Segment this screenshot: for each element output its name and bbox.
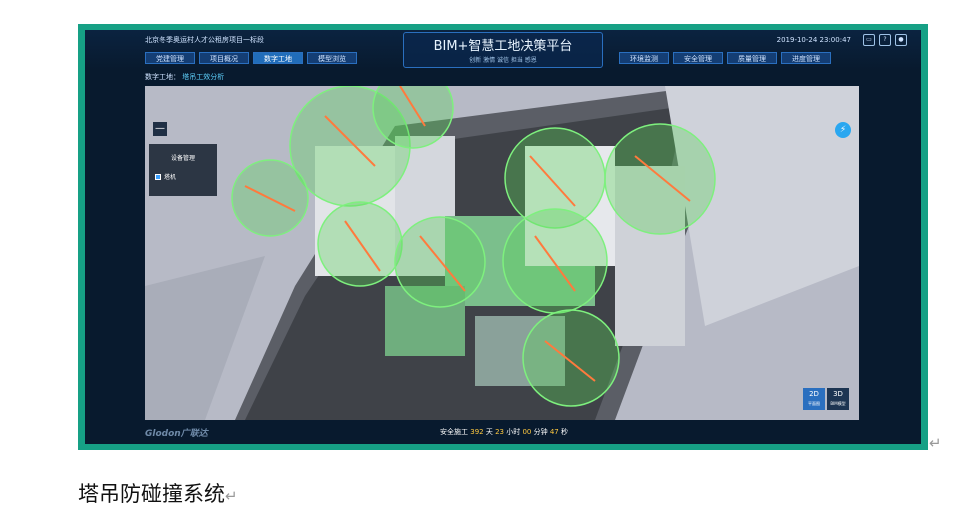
view-2d-sublabel: 平面图	[808, 401, 820, 406]
figure-caption: 塔吊防碰撞系统↵	[78, 478, 238, 508]
nav-left: 党建管理 项目概况 数字工地 模型浏览	[145, 52, 357, 64]
lightning-icon[interactable]: ⚡	[835, 122, 851, 138]
status-footer: Glodon广联达 安全施工 392 天 23 小时 00 分钟 47 秒	[85, 420, 921, 444]
nav-quality[interactable]: 质量管理	[727, 52, 777, 64]
glodon-logo: Glodon广联达	[145, 429, 208, 439]
safety-timer: 安全施工 392 天 23 小时 00 分钟 47 秒	[440, 427, 568, 437]
view-2d-label: 2D	[809, 390, 819, 398]
view-2d-button[interactable]: 2D 平面图	[803, 388, 825, 410]
device-panel-title: 设备管理	[170, 155, 195, 162]
timer-seconds-unit: 秒	[558, 428, 568, 436]
platform-title-box: BIM+智慧工地决策平台 创新 激情 诚信 担当 感恩	[403, 32, 603, 68]
site-model-render	[145, 86, 859, 420]
toolbar-icons: ▭ ? ●	[863, 34, 907, 46]
breadcrumb: 数字工地： 塔吊工效分析	[145, 72, 224, 82]
timer-hours: 23	[495, 428, 504, 436]
datetime: 2019-10-24 23:00:47	[776, 36, 851, 44]
nav-party[interactable]: 党建管理	[145, 52, 195, 64]
platform-title: BIM+智慧工地决策平台	[433, 39, 573, 54]
timer-seconds: 47	[549, 428, 559, 436]
view-toggle: 2D 平面图 3D BIM模型	[803, 388, 849, 410]
monitor-icon[interactable]: ▭	[863, 34, 875, 46]
paragraph-mark: ↵	[929, 434, 942, 452]
timer-hours-unit: 小时	[503, 428, 523, 436]
caption-paragraph-mark: ↵	[225, 487, 238, 505]
nav-environment[interactable]: 环境监测	[619, 52, 669, 64]
crane-radius-zone	[522, 309, 620, 407]
tower-crane-label: 塔机	[164, 174, 177, 181]
platform-subtitle: 创新 激情 诚信 担当 感恩	[469, 57, 537, 64]
nav-right: 环境监测 安全管理 质量管理 进度管理	[619, 52, 831, 64]
bim-3d-viewport[interactable]: — 设备管理 塔机 ⚡ 2D 平面图 3D BIM模型	[145, 86, 859, 420]
top-bar: 北京冬季奥运村人才公租房项目一标段 BIM+智慧工地决策平台 创新 激情 诚信 …	[85, 30, 921, 70]
breadcrumb-root[interactable]: 数字工地：	[145, 73, 180, 81]
panel-collapse-button[interactable]: —	[153, 122, 167, 136]
timer-days-unit: 天	[483, 428, 496, 436]
user-icon[interactable]: ●	[895, 34, 907, 46]
device-panel: 设备管理 塔机	[149, 144, 217, 196]
nav-overview[interactable]: 项目概况	[199, 52, 249, 64]
nav-digital-site[interactable]: 数字工地	[253, 52, 303, 64]
nav-progress[interactable]: 进度管理	[781, 52, 831, 64]
timer-minutes-unit: 分钟	[531, 428, 550, 436]
view-3d-label: 3D	[833, 390, 843, 398]
timer-days: 392	[470, 428, 484, 436]
crane-radius-zone	[604, 123, 716, 235]
help-icon[interactable]: ?	[879, 34, 891, 46]
timer-prefix: 安全施工	[440, 428, 471, 436]
tower-crane-checkbox[interactable]	[155, 173, 161, 180]
platform-screen: 北京冬季奥运村人才公租房项目一标段 BIM+智慧工地决策平台 创新 激情 诚信 …	[85, 30, 921, 444]
view-3d-button[interactable]: 3D BIM模型	[827, 388, 849, 410]
crane-radius-zone	[502, 208, 608, 314]
nav-safety[interactable]: 安全管理	[673, 52, 723, 64]
breadcrumb-current: 塔吊工效分析	[182, 73, 225, 81]
project-name: 北京冬季奥运村人才公租房项目一标段	[145, 36, 264, 44]
view-3d-sublabel: BIM模型	[830, 401, 846, 406]
device-item-row[interactable]: 塔机	[155, 172, 217, 181]
caption-text: 塔吊防碰撞系统	[78, 482, 225, 506]
nav-model[interactable]: 模型浏览	[307, 52, 357, 64]
